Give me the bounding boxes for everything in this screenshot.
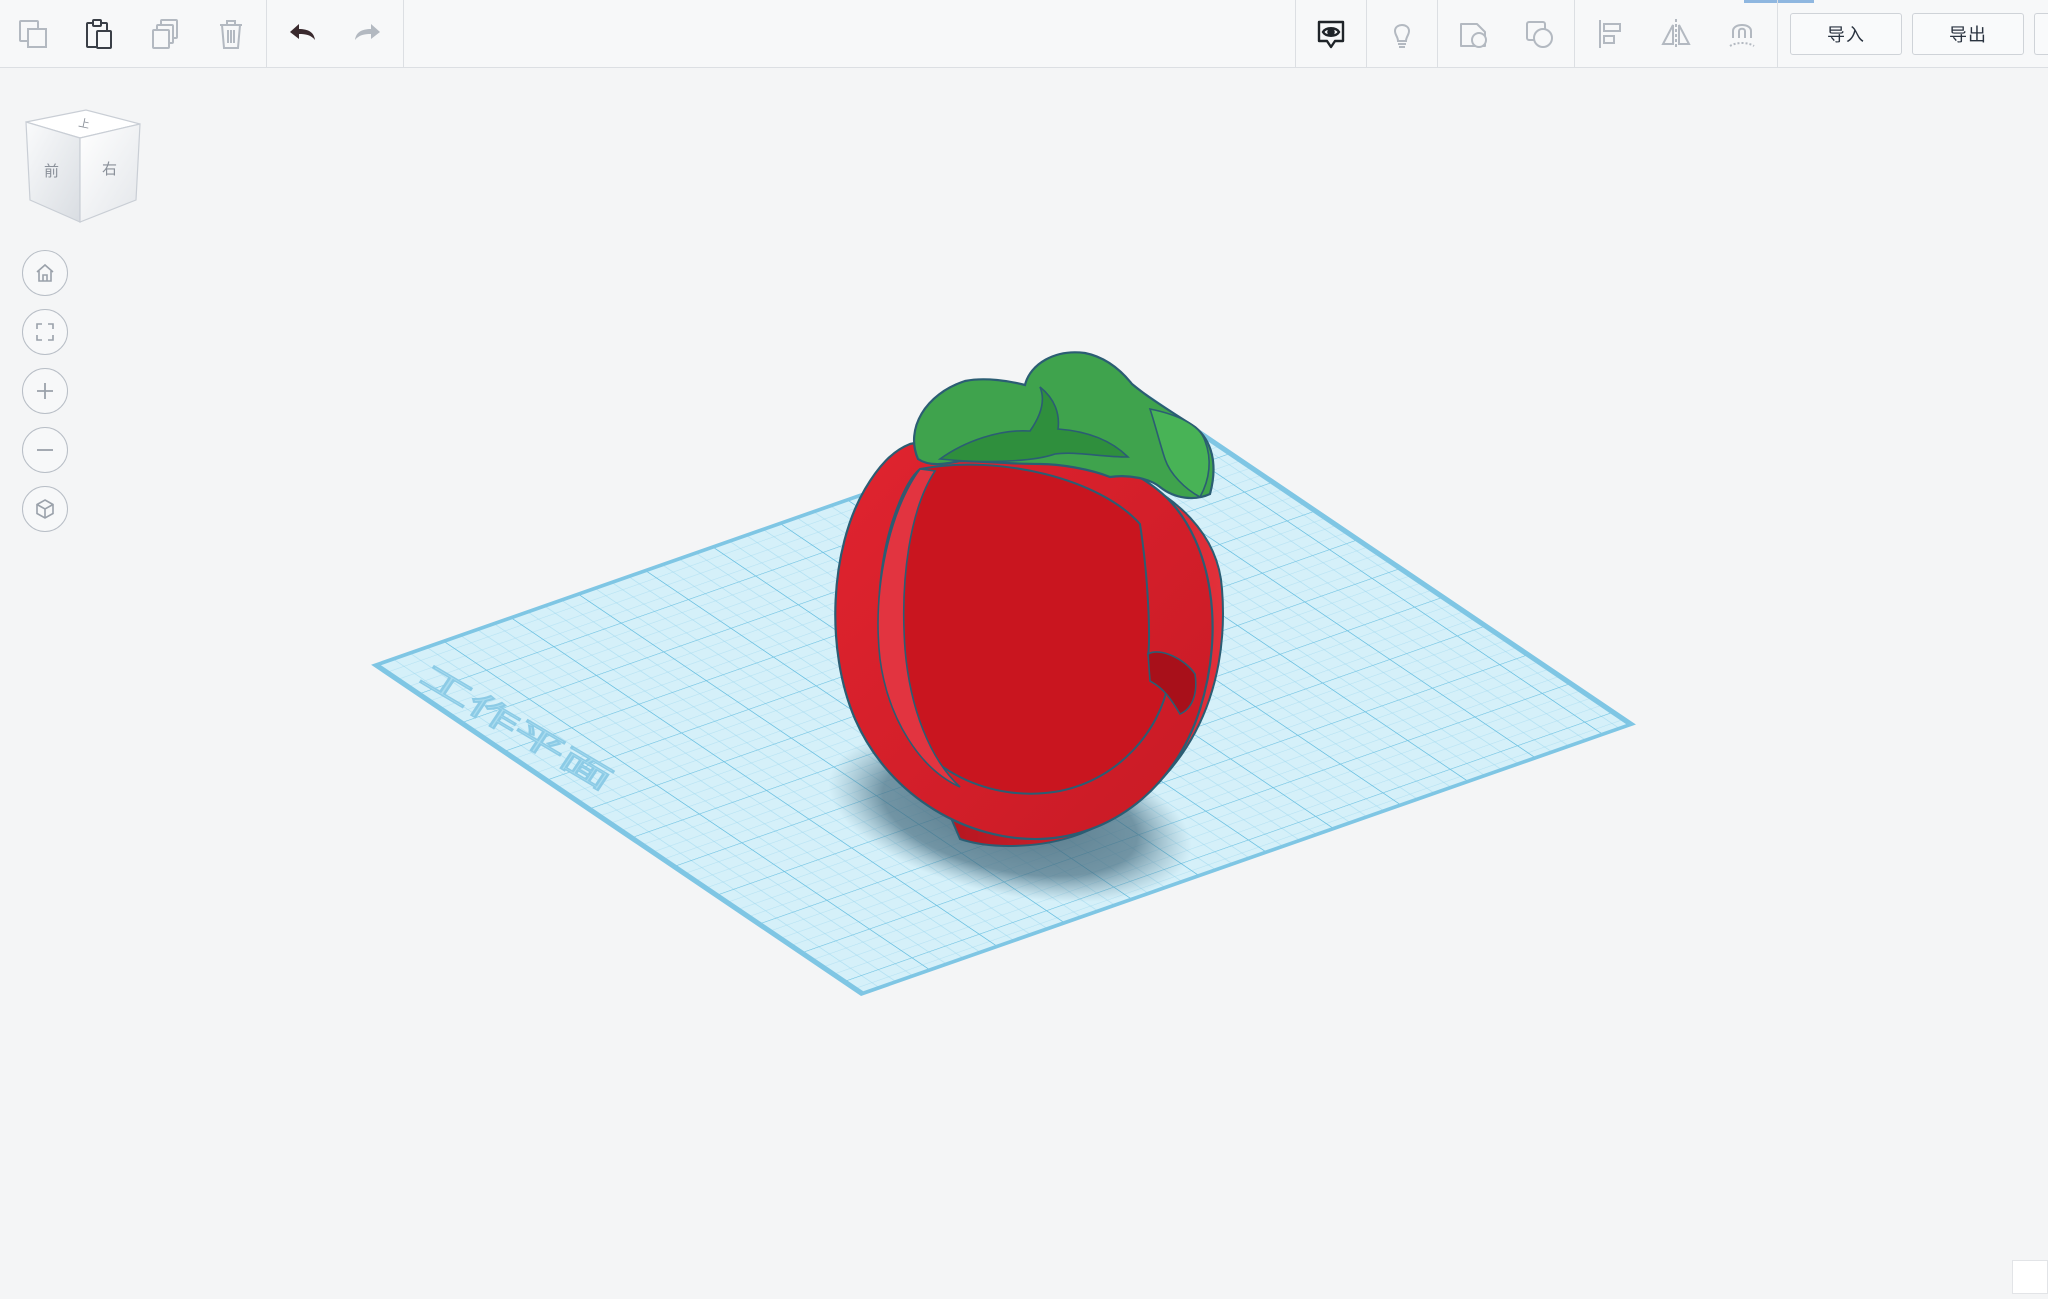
import-button[interactable]: 导入 — [1790, 13, 1902, 55]
paste-button[interactable] — [66, 0, 132, 68]
copy-button[interactable] — [0, 0, 66, 68]
zoom-out-button[interactable] — [22, 427, 68, 473]
export-button[interactable]: 导出 — [1912, 13, 2024, 55]
mirror-button[interactable] — [1643, 0, 1709, 68]
copy-icon — [15, 16, 51, 52]
show-all-button[interactable] — [1298, 0, 1364, 68]
toolbar-divider — [1574, 0, 1575, 68]
show-all-icon — [1313, 16, 1349, 52]
undo-button[interactable] — [269, 0, 335, 68]
toolbar-divider — [1295, 0, 1296, 68]
delete-button[interactable] — [198, 0, 264, 68]
duplicate-icon — [147, 16, 183, 52]
mirror-icon — [1658, 16, 1694, 52]
delete-icon — [213, 16, 249, 52]
view-cube[interactable]: 上 前 右 — [24, 104, 144, 230]
toolbar-divider — [266, 0, 267, 68]
home-view-icon — [32, 260, 58, 286]
redo-icon — [350, 16, 386, 52]
toolbar-divider — [1366, 0, 1367, 68]
workspace-canvas[interactable]: 工作平面 — [0, 69, 2048, 1294]
align-icon — [1592, 16, 1628, 52]
view-cube-front-label: 前 — [44, 163, 59, 180]
toolbar-divider — [403, 0, 404, 68]
lightbulb-icon — [1384, 16, 1420, 52]
zoom-in-icon — [32, 378, 58, 404]
tomato-model[interactable] — [835, 352, 1223, 846]
perspective-icon — [32, 496, 58, 522]
perspective-button[interactable] — [22, 486, 68, 532]
paste-icon — [81, 16, 117, 52]
corner-widget[interactable] — [2012, 1260, 2048, 1294]
edit-tools — [0, 0, 406, 68]
send-to-button[interactable] — [2034, 13, 2048, 55]
lightbulb-button[interactable] — [1369, 0, 1435, 68]
zoom-out-icon — [32, 437, 58, 463]
redo-button[interactable] — [335, 0, 401, 68]
solid-shape-icon — [1455, 16, 1491, 52]
group-magnet-button[interactable] — [1709, 0, 1775, 68]
zoom-in-button[interactable] — [22, 368, 68, 414]
fit-view-icon — [32, 319, 58, 345]
group-magnet-icon — [1724, 16, 1760, 52]
fit-view-button[interactable] — [22, 309, 68, 355]
hole-shape-icon — [1521, 16, 1557, 52]
solid-shape-button[interactable] — [1440, 0, 1506, 68]
home-view-button[interactable] — [22, 250, 68, 296]
toolbar-divider — [1777, 0, 1778, 68]
toolbar: 导入 导出 — [0, 0, 2048, 68]
duplicate-button[interactable] — [132, 0, 198, 68]
hole-shape-button[interactable] — [1506, 0, 1572, 68]
toolbar-divider — [1437, 0, 1438, 68]
undo-icon — [284, 16, 320, 52]
view-cube-right-label: 右 — [102, 161, 117, 178]
view-tools: 导入 导出 — [1293, 0, 2048, 68]
align-button[interactable] — [1577, 0, 1643, 68]
